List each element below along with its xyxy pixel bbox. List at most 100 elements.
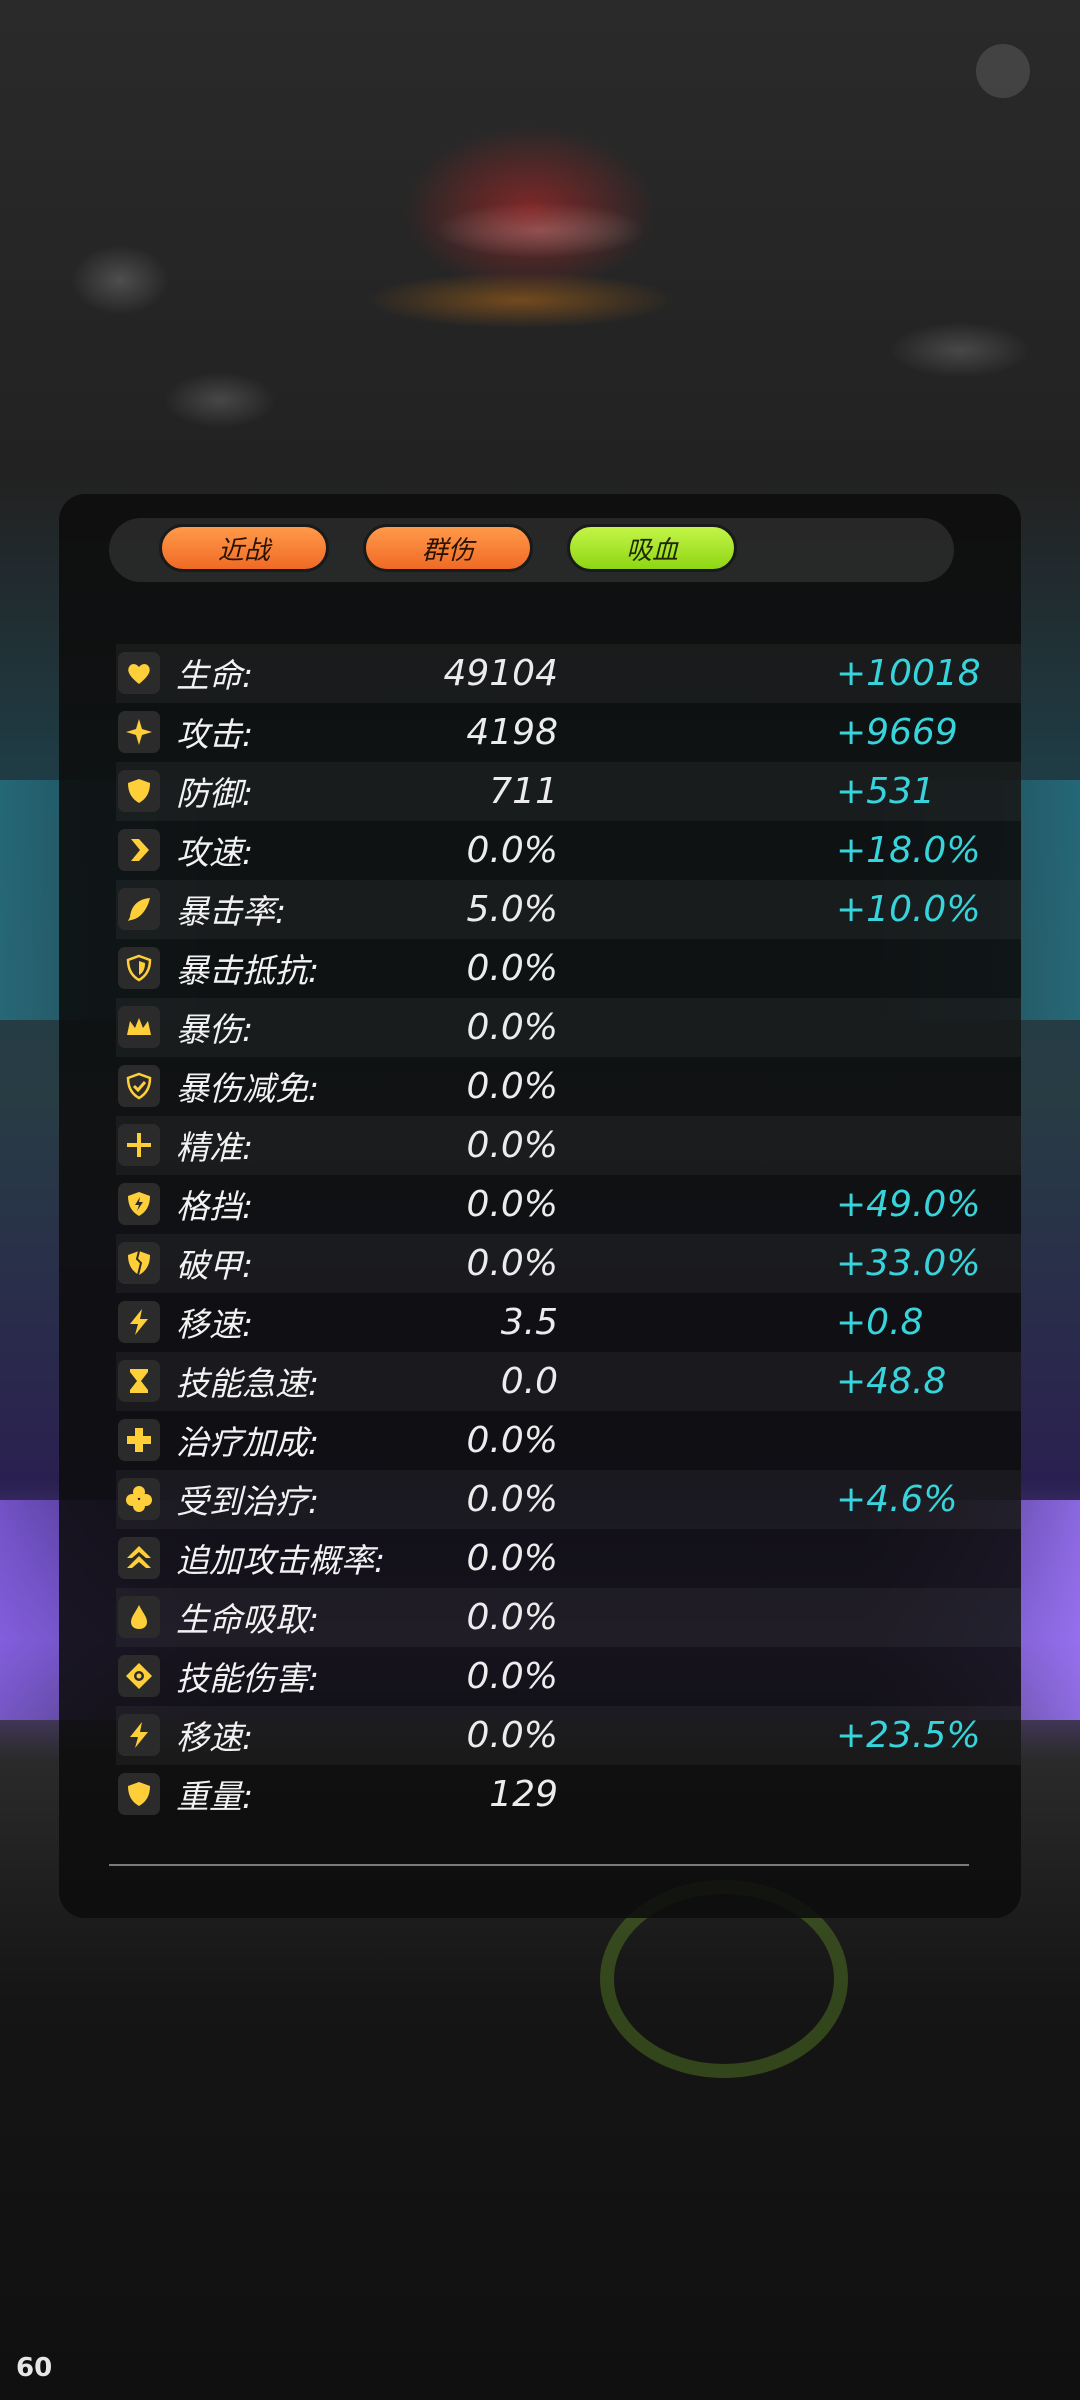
shield-check-icon bbox=[118, 1065, 160, 1107]
stat-bonus-value: +10018 bbox=[836, 653, 981, 694]
stat-name: 受到治疗: bbox=[176, 1482, 320, 1521]
stat-row: 治疗加成: 0.0% bbox=[116, 1411, 1021, 1470]
stat-bonus-value: +33.0% bbox=[836, 1243, 981, 1284]
stat-row: 技能急速: 0.0 +48.8 bbox=[116, 1352, 1021, 1411]
stat-row: 暴伤减免: 0.0% bbox=[116, 1057, 1021, 1116]
crosshair-icon bbox=[118, 1124, 160, 1166]
stat-bonus-value: +18.0% bbox=[836, 830, 981, 871]
stat-row: 暴击抵抗: 0.0% bbox=[116, 939, 1021, 998]
stat-row: 精准: 0.0% bbox=[116, 1116, 1021, 1175]
stat-row: 移速: 3.5 +0.8 bbox=[116, 1293, 1021, 1352]
stat-name: 治疗加成: bbox=[176, 1423, 320, 1462]
stat-name: 重量: bbox=[176, 1777, 254, 1816]
stat-base-value: 0.0% bbox=[466, 1420, 558, 1461]
stat-base-value: 0.0% bbox=[466, 830, 558, 871]
stat-name: 移速: bbox=[176, 1718, 254, 1757]
stat-name: 移速: bbox=[176, 1305, 254, 1344]
stat-base-value: 0.0% bbox=[466, 1715, 558, 1756]
stat-row: 攻速: 0.0% +18.0% bbox=[116, 821, 1021, 880]
shield-icon bbox=[118, 770, 160, 812]
stat-name: 攻击: bbox=[176, 715, 254, 754]
stat-bonus-value: +531 bbox=[836, 771, 935, 812]
stat-base-value: 0.0% bbox=[466, 1479, 558, 1520]
stat-bonus-value: +49.0% bbox=[836, 1184, 981, 1225]
stat-name: 暴伤: bbox=[176, 1010, 254, 1049]
clover-icon bbox=[118, 1478, 160, 1520]
feather-icon bbox=[118, 888, 160, 930]
droplet-icon bbox=[118, 1596, 160, 1638]
stat-name: 技能急速: bbox=[176, 1364, 320, 1403]
stat-base-value: 0.0% bbox=[466, 1243, 558, 1284]
stat-name: 技能伤害: bbox=[176, 1659, 320, 1698]
lightning-icon bbox=[118, 1714, 160, 1756]
stat-base-value: 129 bbox=[489, 1774, 558, 1815]
stat-name: 破甲: bbox=[176, 1246, 254, 1285]
shield-bolt-icon bbox=[118, 1183, 160, 1225]
stat-bonus-value: +0.8 bbox=[836, 1302, 924, 1343]
stat-base-value: 49104 bbox=[443, 653, 558, 694]
stat-row: 技能伤害: 0.0% bbox=[116, 1647, 1021, 1706]
stat-row: 生命: 49104 +10018 bbox=[116, 644, 1021, 703]
fps-counter: 60 bbox=[16, 2353, 53, 2383]
stat-row: 防御: 711 +531 bbox=[116, 762, 1021, 821]
stat-name: 精准: bbox=[176, 1128, 254, 1167]
tag-aoe[interactable]: 群伤 bbox=[363, 524, 533, 572]
stat-base-value: 5.0% bbox=[466, 889, 558, 930]
shield-icon bbox=[118, 1773, 160, 1815]
stat-row: 生命吸取: 0.0% bbox=[116, 1588, 1021, 1647]
stat-name: 生命吸取: bbox=[176, 1600, 320, 1639]
stat-base-value: 0.0% bbox=[466, 1538, 558, 1579]
stat-base-value: 0.0 bbox=[500, 1361, 558, 1402]
broken-shield-icon bbox=[118, 1242, 160, 1284]
stat-bonus-value: +23.5% bbox=[836, 1715, 981, 1756]
stat-name: 追加攻击概率: bbox=[176, 1541, 386, 1580]
sparkle-icon bbox=[118, 711, 160, 753]
tag-lifesteal[interactable]: 吸血 bbox=[567, 524, 737, 572]
stat-name: 暴击抵抗: bbox=[176, 951, 320, 990]
stat-base-value: 0.0% bbox=[466, 1125, 558, 1166]
stat-base-value: 0.0% bbox=[466, 1066, 558, 1107]
stat-row: 暴伤: 0.0% bbox=[116, 998, 1021, 1057]
stat-row: 破甲: 0.0% +33.0% bbox=[116, 1234, 1021, 1293]
hourglass-icon bbox=[118, 1360, 160, 1402]
double-chevron-up-icon bbox=[118, 1537, 160, 1579]
stat-base-value: 0.0% bbox=[466, 948, 558, 989]
stat-name: 生命: bbox=[176, 656, 254, 695]
stat-base-value: 0.0% bbox=[466, 1597, 558, 1638]
stat-base-value: 3.5 bbox=[500, 1302, 558, 1343]
stat-base-value: 711 bbox=[489, 771, 558, 812]
stat-name: 格挡: bbox=[176, 1187, 254, 1226]
stat-row: 追加攻击概率: 0.0% bbox=[116, 1529, 1021, 1588]
chevron-right-icon bbox=[118, 829, 160, 871]
stat-base-value: 0.0% bbox=[466, 1656, 558, 1697]
tag-melee[interactable]: 近战 bbox=[159, 524, 329, 572]
plus-icon bbox=[118, 1419, 160, 1461]
stat-list: 生命: 49104 +10018 攻击: 4198 +9669 防御: 711 +531 攻速: 0… bbox=[116, 644, 1021, 1824]
stat-base-value: 0.0% bbox=[466, 1007, 558, 1048]
stat-bonus-value: +10.0% bbox=[836, 889, 981, 930]
stat-base-value: 0.0% bbox=[466, 1184, 558, 1225]
shield-outline-icon bbox=[118, 947, 160, 989]
stat-name: 防御: bbox=[176, 774, 254, 813]
stat-row: 暴击率: 5.0% +10.0% bbox=[116, 880, 1021, 939]
stat-row: 攻击: 4198 +9669 bbox=[116, 703, 1021, 762]
stat-name: 暴击率: bbox=[176, 892, 287, 931]
stat-bonus-value: +9669 bbox=[836, 712, 958, 753]
stats-panel: 近战 群伤 吸血 生命: 49104 +10018 攻击: 4198 +9669 防御: 71… bbox=[59, 494, 1021, 1918]
stat-bonus-value: +48.8 bbox=[836, 1361, 947, 1402]
stat-row: 格挡: 0.0% +49.0% bbox=[116, 1175, 1021, 1234]
heart-icon bbox=[118, 652, 160, 694]
divider bbox=[109, 1864, 969, 1866]
target-icon bbox=[118, 1655, 160, 1697]
trait-tag-bar: 近战 群伤 吸血 bbox=[109, 518, 954, 582]
stat-name: 暴伤减免: bbox=[176, 1069, 320, 1108]
crown-icon bbox=[118, 1006, 160, 1048]
background-button bbox=[976, 44, 1030, 98]
stat-row: 移速: 0.0% +23.5% bbox=[116, 1706, 1021, 1765]
stat-bonus-value: +4.6% bbox=[836, 1479, 958, 1520]
stat-row: 重量: 129 bbox=[116, 1765, 1021, 1824]
stat-row: 受到治疗: 0.0% +4.6% bbox=[116, 1470, 1021, 1529]
stat-name: 攻速: bbox=[176, 833, 254, 872]
lightning-icon bbox=[118, 1301, 160, 1343]
stat-base-value: 4198 bbox=[466, 712, 558, 753]
